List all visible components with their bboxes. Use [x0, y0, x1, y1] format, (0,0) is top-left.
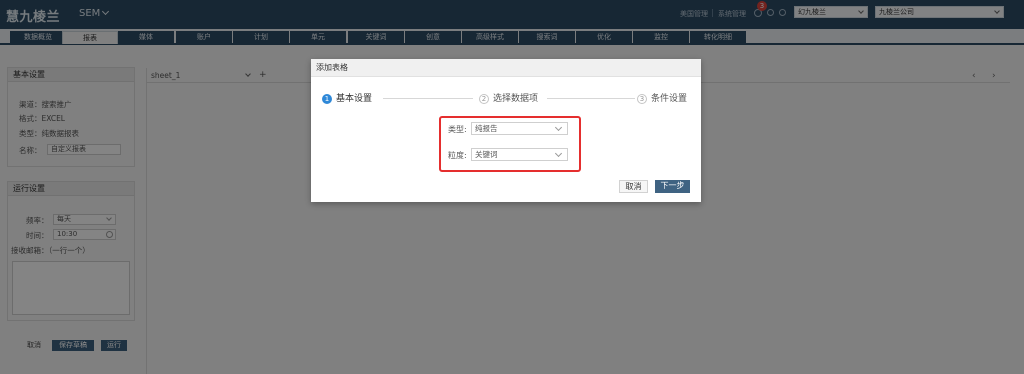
granularity-select[interactable]: 关键词	[471, 148, 568, 161]
step-label: 选择数据项	[493, 94, 539, 104]
dialog-title: 添加表格	[311, 59, 701, 77]
step-label: 条件设置	[651, 94, 688, 104]
type-label: 类型:	[448, 125, 467, 134]
step-connector	[547, 98, 635, 99]
step-connector	[383, 98, 473, 99]
step-number: 1	[322, 94, 332, 104]
next-step-button[interactable]: 下一步	[655, 180, 690, 193]
add-table-dialog: 添加表格 1 基本设置 2 选择数据项 3 条件设置 类型: 纯报告 粒度: 关键词 …	[311, 59, 701, 202]
dialog-cancel-button[interactable]: 取消	[619, 180, 648, 193]
chevron-down-icon	[554, 149, 563, 158]
step-select-data: 2 选择数据项	[479, 91, 538, 104]
step-number: 3	[637, 94, 647, 104]
chevron-down-icon	[554, 123, 563, 132]
step-label: 基本设置	[336, 94, 373, 104]
granularity-label: 粒度:	[448, 151, 467, 160]
step-number: 2	[479, 94, 489, 104]
step-basic-settings: 1 基本设置	[322, 91, 372, 104]
step-conditions: 3 条件设置	[637, 91, 687, 104]
type-select[interactable]: 纯报告	[471, 122, 568, 135]
type-select-value: 纯报告	[475, 124, 498, 133]
granularity-select-value: 关键词	[475, 150, 498, 159]
